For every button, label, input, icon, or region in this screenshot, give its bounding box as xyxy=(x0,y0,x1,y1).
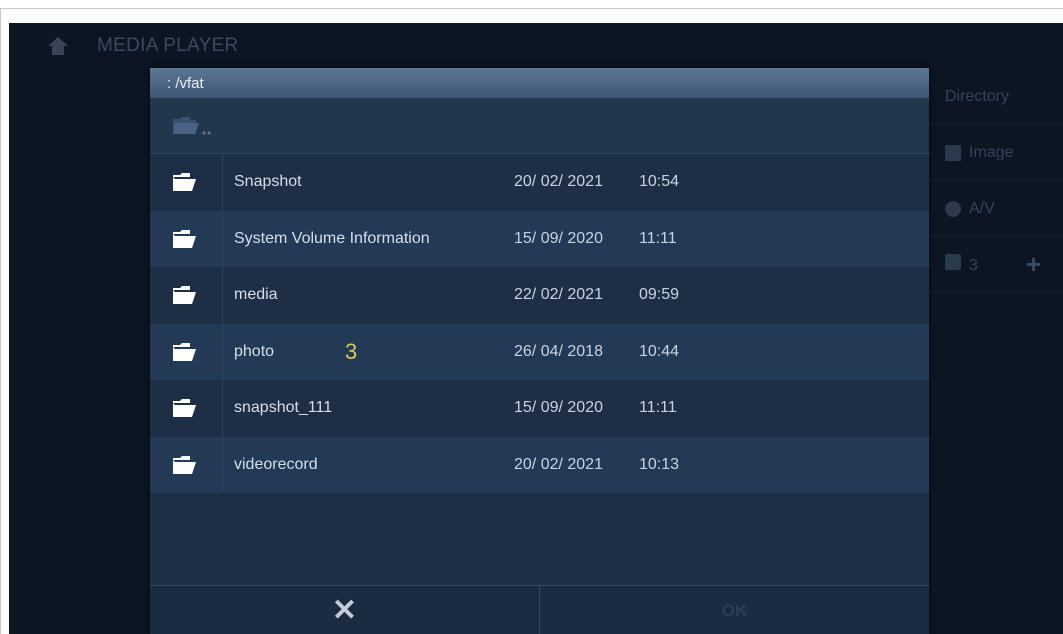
folder-list: Snapshot 20/ 02/ 2021 10:54 System Volum… xyxy=(150,154,929,493)
folder-row-system-volume-information[interactable]: System Volume Information 15/ 09/ 2020 1… xyxy=(150,210,929,267)
folder-name: photo xyxy=(234,342,275,360)
folder-time: 11:11 xyxy=(639,229,677,247)
folder-time: 10:13 xyxy=(639,455,680,473)
home-icon[interactable] xyxy=(47,35,69,57)
folder-row-media[interactable]: media 22/ 02/ 2021 09:59 xyxy=(150,267,929,324)
media-side-menu: Directory Image A/V 3 + xyxy=(927,69,1063,293)
close-icon: ✕ xyxy=(331,593,358,627)
folder-name: videorecord xyxy=(234,455,318,473)
ok-button[interactable]: OK xyxy=(540,586,929,634)
side-item-label: Image xyxy=(969,143,1014,161)
folder-name: System Volume Information xyxy=(234,229,430,247)
folder-select-dialog: : /vfat Snapshot 20/ 02/ 2021 10:54 Syst… xyxy=(150,68,929,634)
folder-name: media xyxy=(234,286,278,303)
app-title: MEDIA PLAYER xyxy=(97,35,239,56)
folder-time: 10:54 xyxy=(639,173,680,190)
folder-row-photo[interactable]: photo 3 26/ 04/ 2018 10:44 xyxy=(150,323,929,380)
folder-icon-cell xyxy=(150,380,223,437)
folder-icon xyxy=(173,229,196,248)
volume-value: 3 xyxy=(969,257,978,274)
parent-folder-icon xyxy=(173,117,211,135)
image-icon xyxy=(945,144,961,161)
folder-icon xyxy=(173,342,196,361)
folder-name: snapshot_111 xyxy=(234,399,333,416)
annotation-number: 3 xyxy=(345,338,358,364)
folder-time: 09:59 xyxy=(639,286,680,303)
speaker-icon xyxy=(945,254,961,270)
volume-control[interactable]: 3 + xyxy=(927,237,1063,293)
side-item-label: A/V xyxy=(969,199,995,217)
folder-date: 22/ 02/ 2021 xyxy=(514,286,603,303)
folder-icon-cell xyxy=(150,323,223,380)
folder-row-snapshot-111[interactable]: snapshot_111 15/ 09/ 2020 11:11 xyxy=(150,380,929,437)
folder-row-videorecord[interactable]: videorecord 20/ 02/ 2021 10:13 xyxy=(150,436,929,493)
volume-plus-button[interactable]: + xyxy=(1026,249,1041,280)
cancel-button[interactable]: ✕ xyxy=(150,586,540,634)
folder-time: 10:44 xyxy=(639,342,680,360)
media-player-header: MEDIA PLAYER xyxy=(9,23,1063,69)
side-item-label: Directory xyxy=(945,87,1010,105)
folder-icon xyxy=(173,173,196,191)
folder-date: 20/ 02/ 2021 xyxy=(514,455,603,473)
folder-icon-cell xyxy=(150,267,223,324)
folder-date: 20/ 02/ 2021 xyxy=(514,173,603,190)
folder-name: Snapshot xyxy=(234,173,302,190)
parent-directory-row[interactable] xyxy=(150,98,929,154)
side-item-image[interactable]: Image xyxy=(927,125,1063,181)
volume-indicator: 3 xyxy=(945,254,978,275)
folder-icon-cell xyxy=(150,436,223,493)
folder-time: 11:11 xyxy=(639,399,677,416)
side-item-av[interactable]: A/V xyxy=(927,181,1063,237)
folder-icon xyxy=(173,455,196,474)
folder-icon xyxy=(173,399,196,417)
folder-icon-cell xyxy=(150,210,223,267)
dialog-path-title: : /vfat xyxy=(150,68,929,98)
device-screen: MEDIA PLAYER Directory Image A/V 3 + : /… xyxy=(9,23,1063,634)
side-item-directory[interactable]: Directory xyxy=(927,69,1063,125)
folder-icon xyxy=(173,286,196,304)
film-reel-icon xyxy=(945,200,961,217)
folder-icon-cell xyxy=(150,154,223,211)
folder-date: 15/ 09/ 2020 xyxy=(514,399,603,416)
folder-date: 15/ 09/ 2020 xyxy=(514,229,603,247)
dialog-footer: ✕ OK xyxy=(150,585,929,634)
folder-date: 26/ 04/ 2018 xyxy=(514,342,603,360)
folder-row-snapshot[interactable]: Snapshot 20/ 02/ 2021 10:54 xyxy=(150,154,929,211)
